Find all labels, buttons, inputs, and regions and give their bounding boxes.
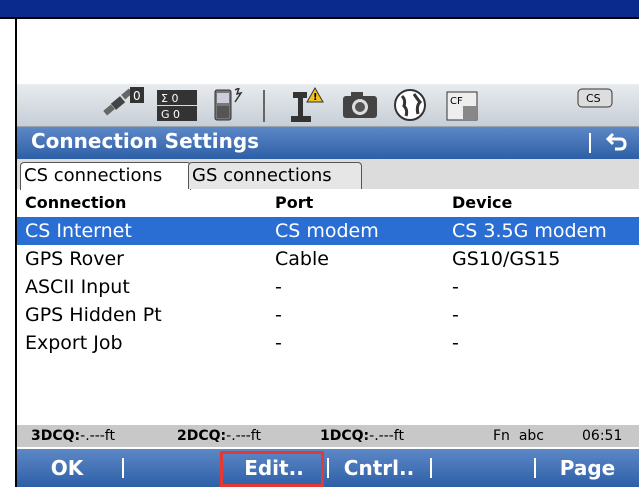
cell-device: GS10/GS15: [452, 248, 561, 270]
cs-device-icon[interactable]: CS: [577, 88, 613, 112]
satellite-icon[interactable]: 0: [102, 87, 144, 127]
sigma-line: Σ 0: [161, 92, 178, 105]
tab-cs-connections[interactable]: CS connections: [20, 162, 191, 190]
q2-readout: 2DCQ:-.---ft: [177, 425, 261, 447]
tab-strip: CS connections GS connections: [17, 159, 639, 190]
radio-warning-icon[interactable]: !: [289, 86, 325, 128]
column-header-port: Port: [275, 193, 314, 212]
cell-port: -: [275, 332, 282, 354]
cell-device: -: [452, 304, 459, 326]
cell-device: -: [452, 332, 459, 354]
cell-connection: ASCII Input: [25, 276, 130, 298]
cell-connection: GPS Hidden Pt: [25, 304, 162, 326]
camera-icon[interactable]: [341, 90, 379, 124]
q3-label: 3DCQ:: [31, 428, 81, 444]
status-divider: [263, 90, 265, 122]
softkey-divider: [122, 458, 124, 478]
svg-text:!: !: [313, 92, 318, 103]
q3-readout: 3DCQ:-.---ft: [31, 425, 115, 447]
input-mode: Fn abc: [493, 428, 544, 444]
q2-value: -.---ft: [226, 428, 261, 444]
page-title: Connection Settings: [31, 129, 260, 153]
clock: 06:51: [582, 428, 623, 444]
ok-button[interactable]: OK: [17, 449, 117, 487]
sigma-counter-icon[interactable]: Σ 0 G 0: [157, 90, 197, 126]
cell-port: Cable: [275, 248, 329, 270]
satellite-count: 0: [133, 89, 141, 103]
tab-label: CS connections: [24, 165, 163, 186]
globe-icon[interactable]: [392, 88, 428, 126]
device-battery-icon[interactable]: [213, 86, 243, 128]
q3-value: -.---ft: [80, 428, 115, 444]
tab-gs-connections[interactable]: GS connections: [188, 162, 362, 189]
glonass-line: G 0: [161, 108, 180, 121]
column-header-connection: Connection: [25, 193, 127, 212]
q1-label: 1DCQ:: [320, 428, 370, 444]
edit-button-highlight: [220, 451, 324, 487]
q1-value: -.---ft: [369, 428, 404, 444]
top-bar: [0, 0, 639, 19]
q2-label: 2DCQ:: [177, 428, 227, 444]
status-bar: 0 Σ 0 G 0 ! CF CS: [17, 84, 639, 127]
cell-connection: Export Job: [25, 332, 123, 354]
column-header-device: Device: [452, 193, 513, 212]
softkey-bar: OK Edit.. Cntrl.. Page: [17, 449, 639, 487]
softkey-divider: [430, 458, 432, 478]
cell-connection: GPS Rover: [25, 248, 124, 270]
cell-port: -: [275, 276, 282, 298]
cell-connection: CS Internet: [25, 220, 132, 242]
cell-port: -: [275, 304, 282, 326]
tab-label: GS connections: [192, 165, 332, 186]
title-bar: Connection Settings: [17, 127, 639, 159]
cf-card-icon[interactable]: CF: [445, 90, 479, 126]
back-arrow-icon[interactable]: [605, 129, 629, 158]
cell-port: CS modem: [275, 220, 379, 242]
q1-readout: 1DCQ:-.---ft: [320, 425, 404, 447]
cs-label: CS: [586, 92, 601, 105]
title-divider: [589, 133, 591, 153]
cf-label: CF: [450, 96, 463, 107]
cell-device: -: [452, 276, 459, 298]
cell-device: CS 3.5G modem: [452, 220, 607, 242]
cntrl-button[interactable]: Cntrl..: [327, 449, 431, 487]
quality-info-bar: 3DCQ:-.---ft 2DCQ:-.---ft 1DCQ:-.---ft F…: [17, 425, 639, 447]
page-button[interactable]: Page: [536, 449, 639, 487]
